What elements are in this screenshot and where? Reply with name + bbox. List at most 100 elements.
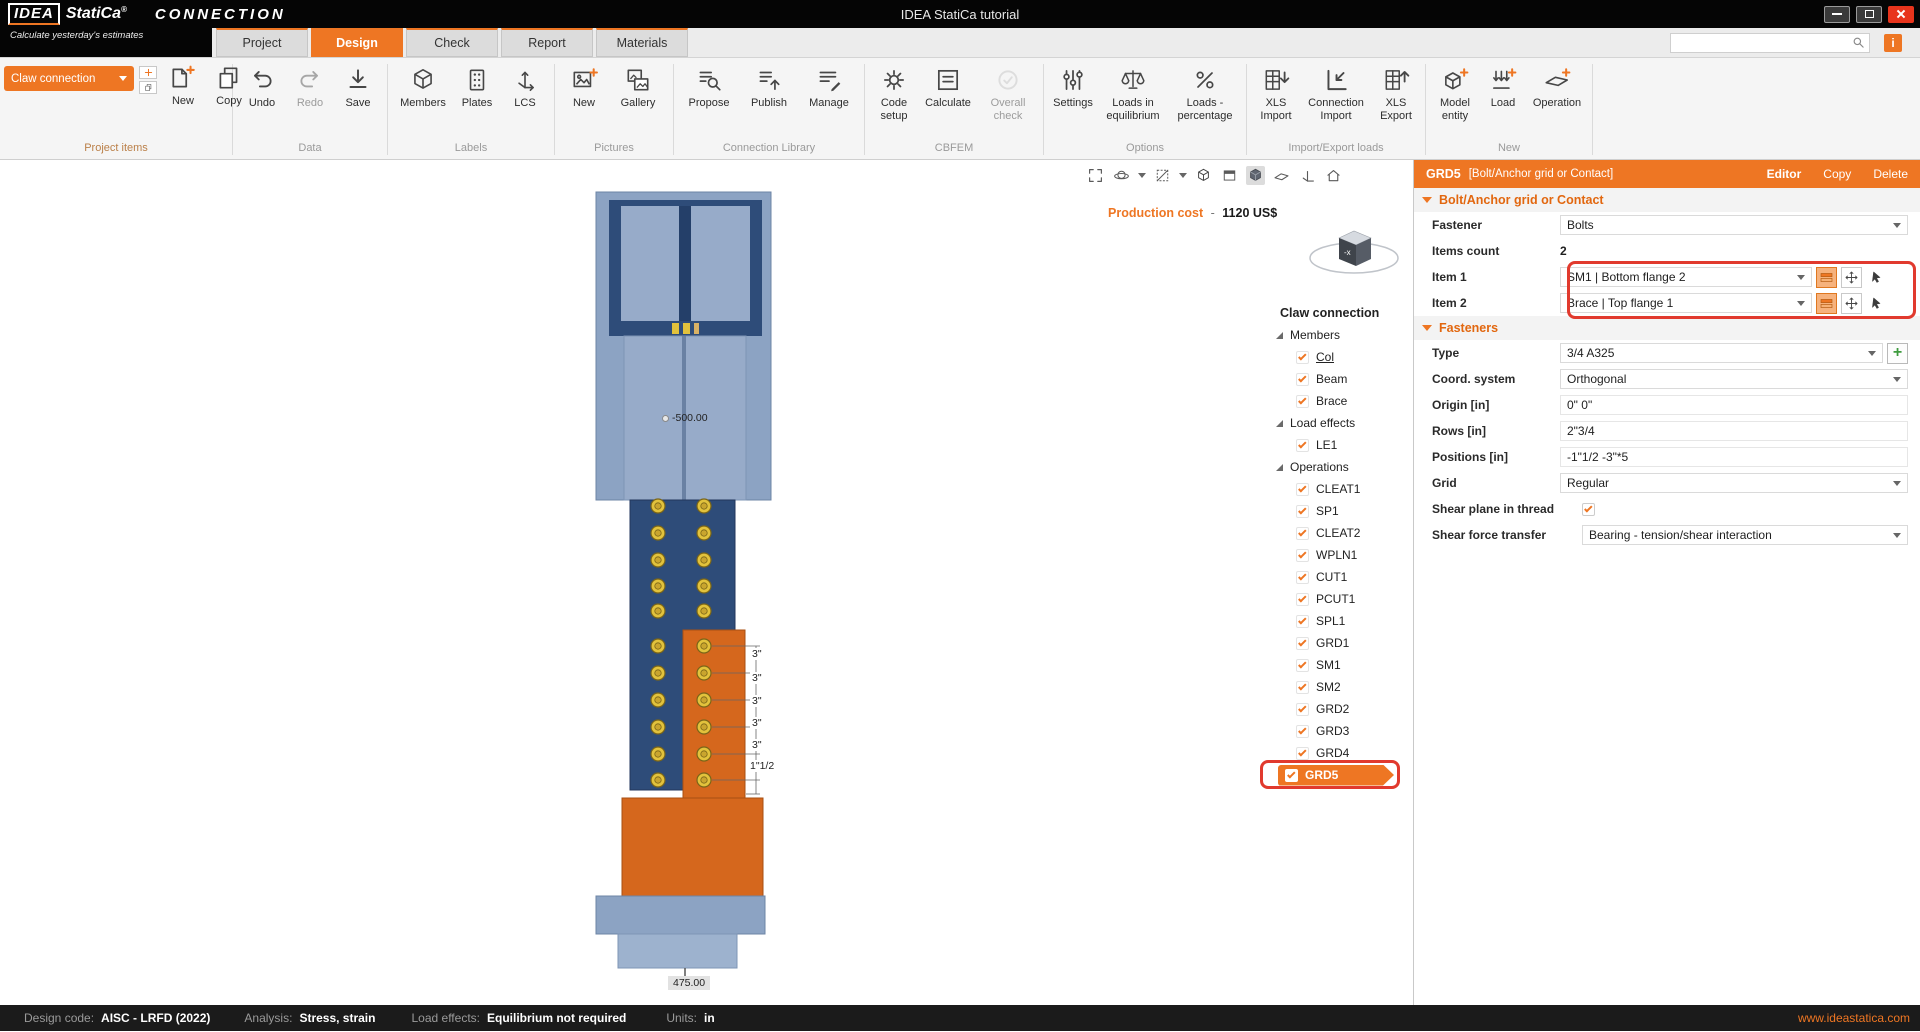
tree-item-spl1[interactable]: SPL1 [1252, 610, 1410, 632]
tree-item-cut1[interactable]: CUT1 [1252, 566, 1410, 588]
checkbox-checked-icon[interactable] [1296, 439, 1309, 452]
ribbon-button-xls-export[interactable]: XLS Export [1373, 64, 1419, 122]
checkbox-checked-icon[interactable] [1296, 395, 1309, 408]
item1-pick-button[interactable] [1866, 267, 1887, 288]
delete-operation-button[interactable]: Delete [1873, 167, 1908, 181]
tree-item-grd5[interactable]: GRD5 [1252, 764, 1410, 786]
ribbon-button-connection-import[interactable]: Connection Import [1301, 64, 1371, 122]
origin-field[interactable]: 0" 0" [1560, 395, 1908, 415]
fit-view-icon[interactable] [1086, 166, 1105, 185]
axes-view-icon[interactable] [1298, 166, 1317, 185]
mini-new-item-button[interactable] [139, 66, 157, 79]
tab-report[interactable]: Report [501, 28, 593, 57]
ribbon-button-members[interactable]: Members [394, 64, 452, 110]
ribbon-button-publish[interactable]: Publish [740, 64, 798, 110]
tree-item-cleat2[interactable]: CLEAT2 [1252, 522, 1410, 544]
section-fasteners[interactable]: Fasteners [1414, 316, 1920, 340]
checkbox-checked-icon[interactable] [1296, 505, 1309, 518]
tab-check[interactable]: Check [406, 28, 498, 57]
checkbox-checked-icon[interactable] [1296, 593, 1309, 606]
ribbon-button-loads-in-equilibrium[interactable]: Loads in equilibrium [1098, 64, 1168, 122]
wireframe-view-icon[interactable] [1194, 166, 1213, 185]
tree-item-sm2[interactable]: SM2 [1252, 676, 1410, 698]
ribbon-button-save[interactable]: Save [335, 64, 381, 110]
shear-transfer-dropdown[interactable]: Bearing - tension/shear interaction [1582, 525, 1908, 545]
section-dropdown-icon[interactable] [1179, 173, 1187, 178]
ribbon-button-plates[interactable]: Plates [454, 64, 500, 110]
tree-item-grd2[interactable]: GRD2 [1252, 698, 1410, 720]
checkbox-checked-icon[interactable] [1296, 571, 1309, 584]
section-view-icon[interactable] [1153, 166, 1172, 185]
copy-operation-button[interactable]: Copy [1823, 167, 1851, 181]
tree-item-le1[interactable]: LE1 [1252, 434, 1410, 456]
ribbon-button-xls-import[interactable]: XLS Import [1253, 64, 1299, 122]
ribbon-button-propose[interactable]: Propose [680, 64, 738, 110]
item1-plate-select-button[interactable] [1816, 267, 1837, 288]
ribbon-button-load[interactable]: Load [1480, 64, 1526, 110]
checkbox-checked-icon[interactable] [1296, 725, 1309, 738]
ribbon-button-lcs[interactable]: LCS [502, 64, 548, 110]
item1-dropdown[interactable]: SM1 | Bottom flange 2 [1560, 267, 1812, 287]
model-viewport[interactable]: Production cost - 1120 US$ -x -500.00 3"… [0, 160, 1414, 1005]
item1-zoom-button[interactable] [1841, 267, 1862, 288]
ribbon-button-settings[interactable]: Settings [1050, 64, 1096, 110]
ribbon-button-manage[interactable]: Manage [800, 64, 858, 110]
ribbon-button-undo[interactable]: Undo [239, 64, 285, 110]
tree-group-members[interactable]: Members [1252, 324, 1410, 346]
search-box[interactable] [1670, 33, 1870, 53]
ribbon-button-new-picture[interactable]: New [561, 64, 607, 110]
section-bolt-anchor-grid[interactable]: Bolt/Anchor grid or Contact [1414, 188, 1920, 212]
item2-plate-select-button[interactable] [1816, 293, 1837, 314]
website-link[interactable]: www.ideastatica.com [1798, 1011, 1910, 1025]
checkbox-checked-icon[interactable] [1296, 527, 1309, 540]
close-button[interactable] [1888, 6, 1914, 23]
info-button[interactable]: i [1884, 34, 1902, 52]
minimize-button[interactable] [1824, 6, 1850, 23]
editor-button[interactable]: Editor [1767, 167, 1802, 181]
claw-connection-dropdown[interactable]: Claw connection [4, 66, 134, 91]
ribbon-button-new-item[interactable]: New [160, 62, 206, 108]
ribbon-button-gallery[interactable]: Gallery [609, 64, 667, 110]
checkbox-checked-icon[interactable] [1296, 483, 1309, 496]
ribbon-button-calculate[interactable]: Calculate [919, 64, 977, 110]
tree-item-sp1[interactable]: SP1 [1252, 500, 1410, 522]
checkbox-checked-icon[interactable] [1296, 681, 1309, 694]
tree-item-cleat1[interactable]: CLEAT1 [1252, 478, 1410, 500]
fastener-dropdown[interactable]: Bolts [1560, 215, 1908, 235]
tree-item-grd4[interactable]: GRD4 [1252, 742, 1410, 764]
search-input[interactable] [1671, 35, 1851, 51]
checkbox-checked-icon[interactable] [1296, 703, 1309, 716]
connection-3d-model[interactable] [590, 180, 780, 1000]
coord-system-dropdown[interactable]: Orthogonal [1560, 369, 1908, 389]
tree-item-grd1[interactable]: GRD1 [1252, 632, 1410, 654]
checkbox-checked-icon[interactable] [1296, 615, 1309, 628]
checkbox-checked-icon[interactable] [1296, 659, 1309, 672]
ribbon-button-model-entity[interactable]: Model entity [1432, 64, 1478, 122]
checkbox-checked-icon[interactable] [1296, 373, 1309, 386]
tree-group-load-effects[interactable]: Load effects [1252, 412, 1410, 434]
ribbon-button-loads-percentage[interactable]: Loads - percentage [1170, 64, 1240, 122]
tree-item-col[interactable]: Col [1252, 346, 1410, 368]
tab-project[interactable]: Project [216, 28, 308, 57]
collapse-icon[interactable] [1276, 420, 1283, 427]
ribbon-button-code-setup[interactable]: Code setup [871, 64, 917, 122]
tree-item-beam[interactable]: Beam [1252, 368, 1410, 390]
shear-plane-checkbox[interactable] [1582, 503, 1595, 516]
tree-item-brace[interactable]: Brace [1252, 390, 1410, 412]
item2-zoom-button[interactable] [1841, 293, 1862, 314]
checkbox-checked-icon[interactable] [1285, 769, 1298, 782]
rows-field[interactable]: 2"3/4 [1560, 421, 1908, 441]
checkbox-checked-icon[interactable] [1296, 351, 1309, 364]
collapse-icon[interactable] [1276, 332, 1283, 339]
checkbox-checked-icon[interactable] [1296, 549, 1309, 562]
mini-copy-item-button[interactable] [139, 81, 157, 94]
home-view-icon[interactable] [1324, 166, 1343, 185]
maximize-button[interactable] [1856, 6, 1882, 23]
tree-group-operations[interactable]: Operations [1252, 456, 1410, 478]
checkbox-checked-icon[interactable] [1296, 637, 1309, 650]
tree-item-pcut1[interactable]: PCUT1 [1252, 588, 1410, 610]
tab-materials[interactable]: Materials [596, 28, 688, 57]
tree-item-sm1[interactable]: SM1 [1252, 654, 1410, 676]
bolt-type-dropdown[interactable]: 3/4 A325 [1560, 343, 1883, 363]
tree-item-grd3[interactable]: GRD3 [1252, 720, 1410, 742]
